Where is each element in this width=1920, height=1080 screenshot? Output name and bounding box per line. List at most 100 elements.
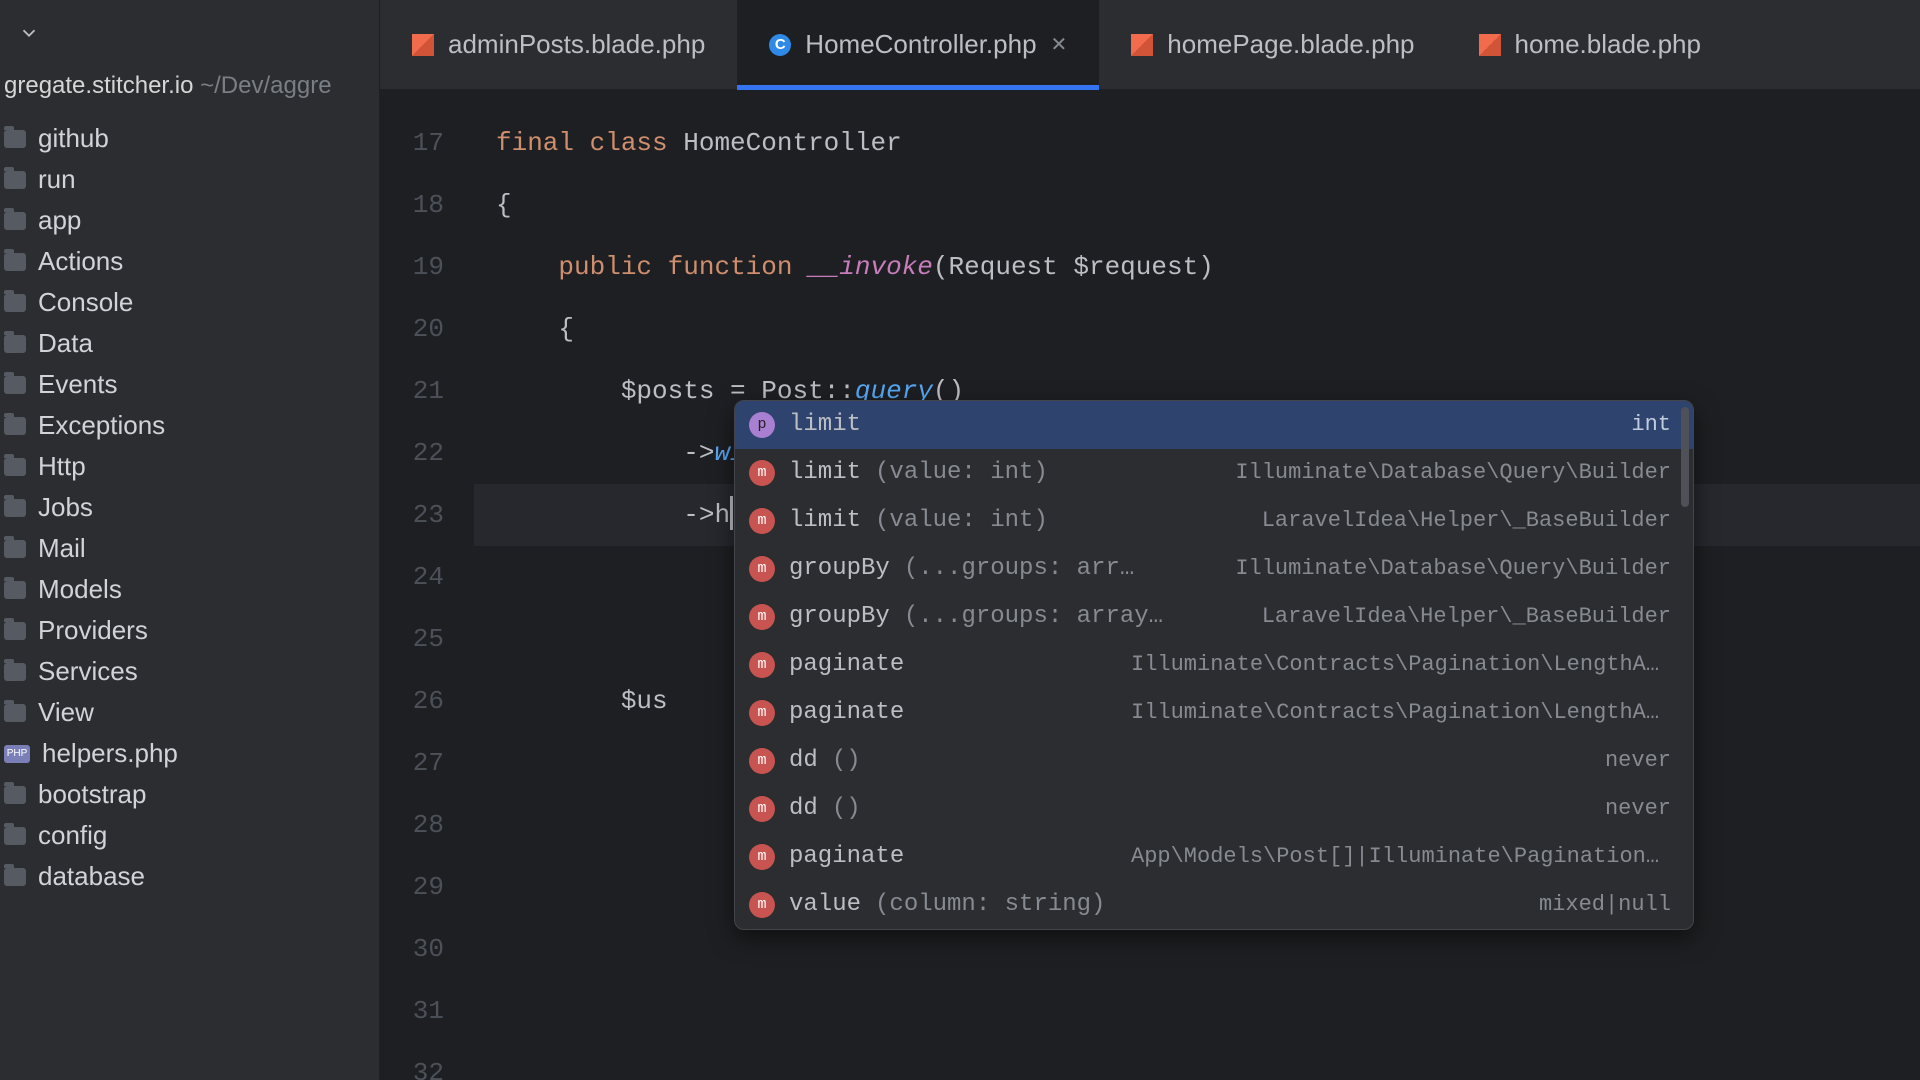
completion-item-paginate[interactable]: mpaginateIlluminate\Contracts\Pagination… — [735, 641, 1693, 689]
tree-item-Data[interactable]: Data — [0, 323, 379, 364]
tree-item-label: Services — [38, 656, 138, 687]
tree-item-Exceptions[interactable]: Exceptions — [0, 405, 379, 446]
completion-item-paginate[interactable]: mpaginateIlluminate\Contracts\Pagination… — [735, 689, 1693, 737]
completion-item-dd[interactable]: mdd()never — [735, 785, 1693, 833]
completion-item-dd[interactable]: mdd()never — [735, 737, 1693, 785]
tree-item-View[interactable]: View — [0, 692, 379, 733]
tree-item-label: run — [38, 164, 76, 195]
method-icon: m — [749, 652, 775, 678]
tree-item-Console[interactable]: Console — [0, 282, 379, 323]
keyword-public: public — [558, 252, 652, 282]
tree-item-Providers[interactable]: Providers — [0, 610, 379, 651]
folder-icon — [4, 253, 26, 271]
project-tree-panel: gregate.stitcher.io ~/Dev/aggre github ru… — [0, 0, 380, 1080]
tab-close-button[interactable]: ✕ — [1051, 32, 1068, 57]
line-number: 25 — [380, 608, 474, 670]
line-number: 31 — [380, 980, 474, 1042]
tab-HomeController-php[interactable]: CHomeController.php✕ — [737, 0, 1099, 89]
tree-item-Jobs[interactable]: Jobs — [0, 487, 379, 528]
line-number: 27 — [380, 732, 474, 794]
folder-icon — [4, 376, 26, 394]
completion-name: dd — [789, 785, 818, 833]
completion-item-limit[interactable]: mlimit(value: int)Illuminate\Database\Qu… — [735, 449, 1693, 497]
tree-collapse-button[interactable] — [6, 10, 52, 56]
controller-icon: C — [769, 34, 791, 56]
folder-icon — [4, 704, 26, 722]
folder-icon — [4, 827, 26, 845]
folder-icon — [4, 499, 26, 517]
tree-item-helpers-php[interactable]: PHP helpers.php — [0, 733, 379, 774]
completion-item-limit[interactable]: mlimit(value: int)LaravelIdea\Helper\_Ba… — [735, 497, 1693, 545]
popup-scrollbar[interactable] — [1681, 407, 1689, 507]
method-icon: m — [749, 604, 775, 630]
tree-item-github[interactable]: github — [0, 118, 379, 159]
method-icon: m — [749, 556, 775, 582]
tree-item-label: helpers.php — [42, 738, 178, 769]
tree-item-database[interactable]: database — [0, 856, 379, 897]
tree-item-label: Actions — [38, 246, 123, 277]
paren-close: ) — [1198, 252, 1214, 282]
tab-homePage-blade-php[interactable]: homePage.blade.php — [1099, 0, 1446, 89]
tree-item-label: bootstrap — [38, 779, 146, 810]
folder-icon — [4, 458, 26, 476]
folder-icon — [4, 294, 26, 312]
completion-type: never — [1605, 737, 1671, 785]
tree-item-Actions[interactable]: Actions — [0, 241, 379, 282]
folder-icon — [4, 171, 26, 189]
tree-item-label: Providers — [38, 615, 148, 646]
tree-item-run[interactable]: run — [0, 159, 379, 200]
completion-item-limit[interactable]: plimitint — [735, 401, 1693, 449]
completion-name: limit — [789, 497, 861, 545]
tree-item-Models[interactable]: Models — [0, 569, 379, 610]
tree-item-label: View — [38, 697, 94, 728]
tree-item-Services[interactable]: Services — [0, 651, 379, 692]
php-file-icon: PHP — [4, 745, 30, 763]
completion-item-groupBy[interactable]: mgroupBy(...groups: array…LaravelIdea\He… — [735, 593, 1693, 641]
folder-icon — [4, 786, 26, 804]
code-editor[interactable]: final class HomeController { public func… — [474, 90, 1920, 1080]
tree-item-Mail[interactable]: Mail — [0, 528, 379, 569]
editor-area[interactable]: 17181920212223242526272829303132 final c… — [380, 90, 1920, 1080]
completion-item-value[interactable]: mvalue(column: string)mixed|null — [735, 881, 1693, 929]
completion-item-groupBy[interactable]: mgroupBy(...groups: arr…Illuminate\Datab… — [735, 545, 1693, 593]
var-user-partial: $us — [621, 686, 668, 716]
tab-adminPosts-blade-php[interactable]: adminPosts.blade.php — [380, 0, 737, 89]
completion-name: value — [789, 881, 861, 929]
completion-type: LaravelIdea\Helper\_BaseBuilder — [1262, 497, 1671, 545]
completion-type: int — [1631, 401, 1671, 449]
tree-item-label: config — [38, 820, 107, 851]
tree-item-label: Console — [38, 287, 133, 318]
line-number: 21 — [380, 360, 474, 422]
project-breadcrumb: gregate.stitcher.io ~/Dev/aggre — [0, 56, 379, 118]
folder-icon — [4, 622, 26, 640]
folder-icon — [4, 417, 26, 435]
param-type-request: Request — [949, 252, 1058, 282]
line-number: 26 — [380, 670, 474, 732]
tab-home-blade-php[interactable]: home.blade.php — [1447, 0, 1733, 89]
line-number: 28 — [380, 794, 474, 856]
completion-type: Illuminate\Database\Query\Builder — [1235, 449, 1671, 497]
tree-item-config[interactable]: config — [0, 815, 379, 856]
paren-open: ( — [933, 252, 949, 282]
method-icon: m — [749, 748, 775, 774]
tree-item-app[interactable]: app — [0, 200, 379, 241]
tree-item-Http[interactable]: Http — [0, 446, 379, 487]
tab-label: homePage.blade.php — [1167, 29, 1414, 60]
folder-icon — [4, 212, 26, 230]
completion-type: Illuminate\Database\Query\Builder — [1235, 545, 1671, 593]
typed-partial: h — [714, 500, 730, 530]
tree-item-label: Mail — [38, 533, 86, 564]
tree-item-bootstrap[interactable]: bootstrap — [0, 774, 379, 815]
tree-item-Events[interactable]: Events — [0, 364, 379, 405]
line-number: 18 — [380, 174, 474, 236]
completion-signature: () — [832, 737, 861, 785]
completion-type: App\Models\Post[]|Illuminate\Pagination\… — [1131, 833, 1671, 881]
method-icon: m — [749, 700, 775, 726]
folder-icon — [4, 335, 26, 353]
method-icon: m — [749, 796, 775, 822]
line-number: 23 — [380, 484, 474, 546]
tab-label: adminPosts.blade.php — [448, 29, 705, 60]
code-completion-popup[interactable]: plimitintmlimit(value: int)Illuminate\Da… — [734, 400, 1694, 930]
completion-type: LaravelIdea\Helper\_BaseBuilder — [1262, 593, 1671, 641]
completion-item-paginate[interactable]: mpaginateApp\Models\Post[]|Illuminate\Pa… — [735, 833, 1693, 881]
